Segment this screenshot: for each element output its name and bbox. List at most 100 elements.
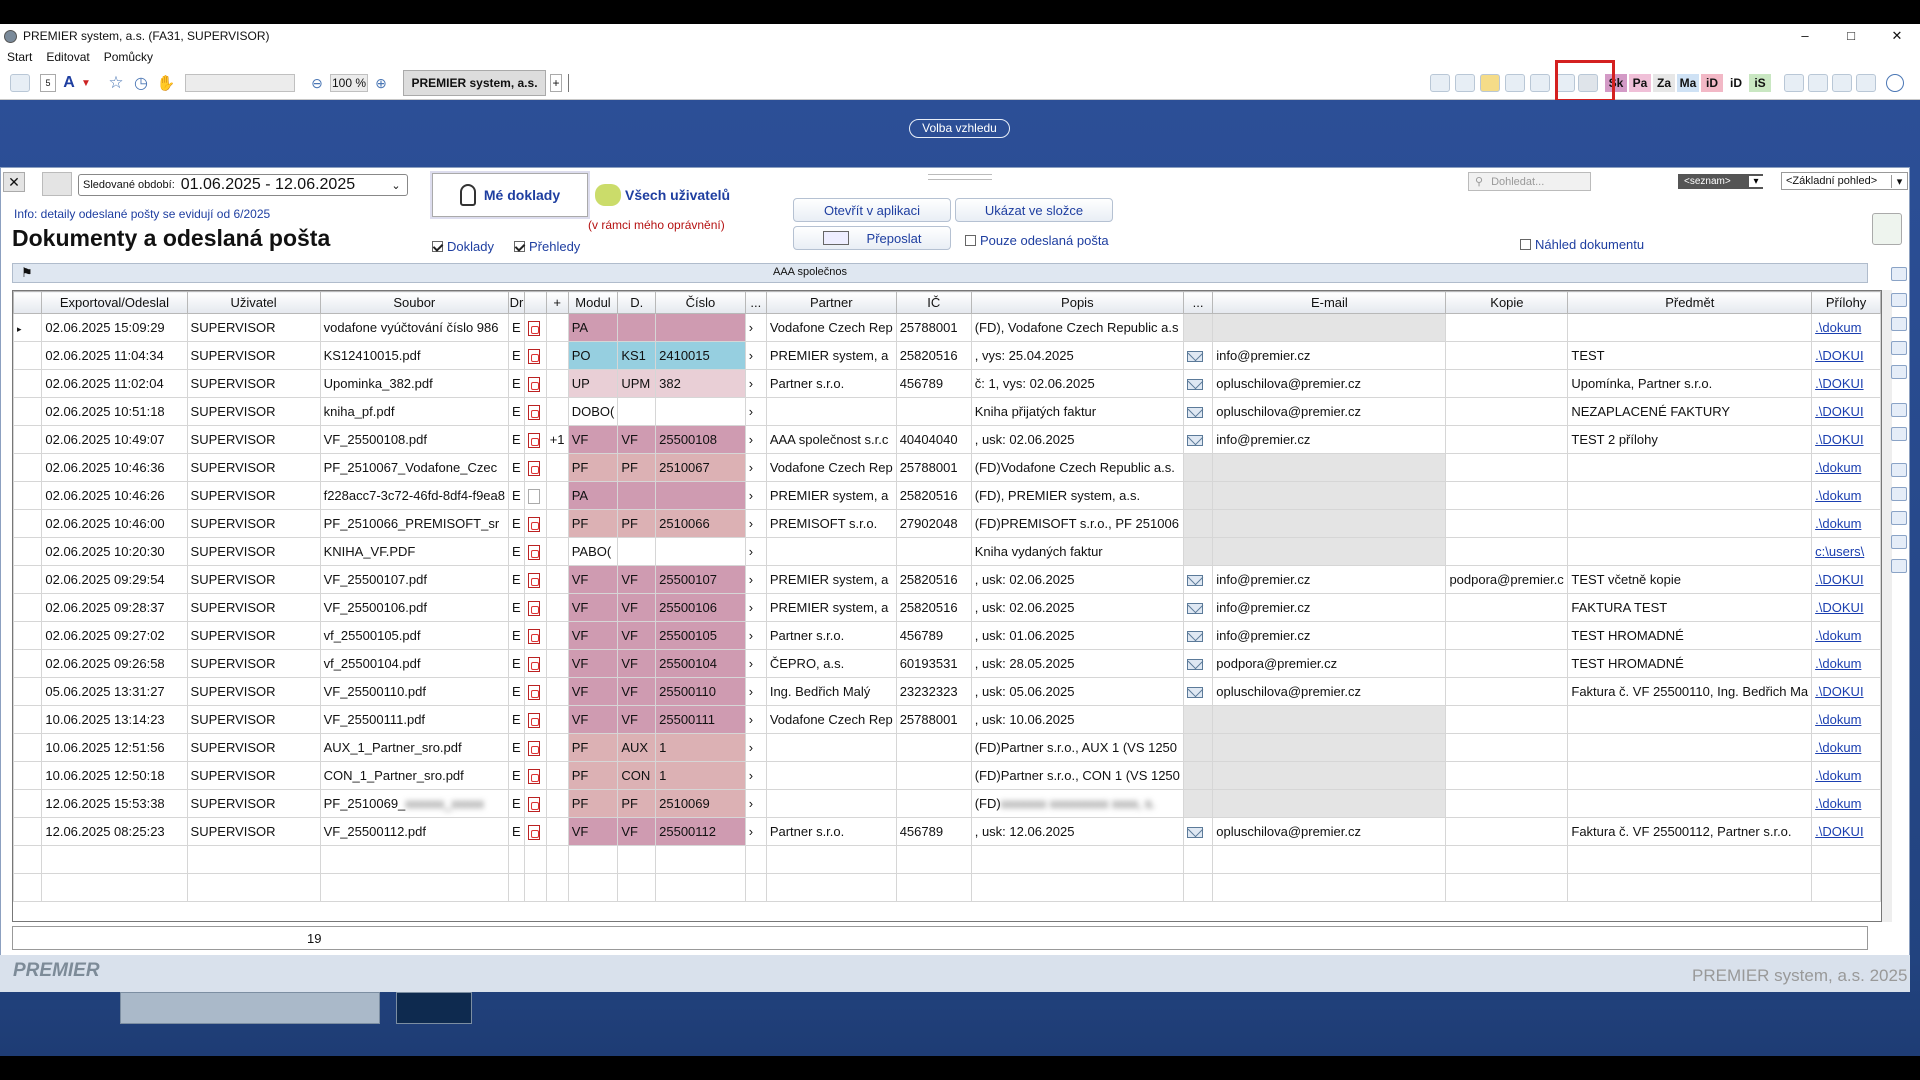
column-filter-bar[interactable]: ⚑ AAA společnos xyxy=(12,263,1868,283)
expand-icon[interactable]: › xyxy=(749,600,753,615)
column-header[interactable]: Dr xyxy=(508,291,525,314)
monitor-icon[interactable] xyxy=(1430,74,1450,92)
attachment-link[interactable]: .\DOKUI xyxy=(1815,572,1863,587)
table-row[interactable]: 02.06.2025 09:27:02 SUPERVISOR vf_25500105… xyxy=(13,621,1881,650)
open-in-app-button[interactable]: Otevřít v aplikaci xyxy=(793,198,951,222)
layout-icon[interactable] xyxy=(1808,74,1828,92)
expand-icon[interactable]: › xyxy=(749,572,753,587)
search-input[interactable]: ⚲ Dohledat... xyxy=(1468,172,1591,191)
chevron-down-icon[interactable]: ⌄ xyxy=(385,179,407,192)
forward-button[interactable]: Přeposlat xyxy=(793,226,951,250)
chip-id2[interactable]: iD xyxy=(1725,74,1747,92)
minimize-button[interactable]: – xyxy=(1782,24,1828,48)
expand-icon[interactable]: › xyxy=(749,376,753,391)
menu-start[interactable]: Start xyxy=(0,48,39,66)
table-row[interactable]: 10.06.2025 12:51:56 SUPERVISOR AUX_1_Partn… xyxy=(13,733,1881,762)
column-header[interactable]: E-mail xyxy=(1212,291,1447,314)
zoom-out-icon[interactable]: ⊖ xyxy=(307,74,327,92)
font-size-field[interactable]: 5 xyxy=(40,74,56,92)
attachment-link[interactable]: .\dokum xyxy=(1815,656,1861,671)
column-header[interactable]: + xyxy=(545,291,569,314)
expand-icon[interactable]: › xyxy=(749,684,753,699)
down-icon[interactable] xyxy=(1891,341,1907,355)
settings-icon[interactable] xyxy=(1891,535,1907,549)
expand-icon[interactable]: › xyxy=(749,768,753,783)
car-icon[interactable] xyxy=(1856,74,1876,92)
table-row[interactable]: 10.06.2025 12:50:18 SUPERVISOR CON_1_Partn… xyxy=(13,761,1881,790)
appearance-button[interactable]: Volba vzhledu xyxy=(909,119,1010,138)
list-select[interactable]: <seznam> ▾ xyxy=(1678,174,1763,189)
chip-id[interactable]: iD xyxy=(1701,74,1723,92)
attachment-link[interactable]: .\dokum xyxy=(1815,768,1861,783)
column-header[interactable]: Soubor xyxy=(319,291,510,314)
column-header[interactable]: Číslo xyxy=(655,291,746,314)
close-button[interactable]: ✕ xyxy=(1874,24,1920,48)
flag-icon[interactable] xyxy=(42,172,72,196)
attachment-link[interactable]: .\DOKUI xyxy=(1815,432,1863,447)
attachment-link[interactable]: .\dokum xyxy=(1815,516,1861,531)
table-row[interactable]: 02.06.2025 09:28:37 SUPERVISOR VF_25500106… xyxy=(13,593,1881,622)
mail-icon[interactable] xyxy=(1505,74,1525,92)
table-row[interactable]: 02.06.2025 11:02:04 SUPERVISOR Upominka_38… xyxy=(13,369,1881,398)
menu-editovat[interactable]: Editovat xyxy=(39,48,96,66)
toolbar-input[interactable] xyxy=(185,74,295,92)
first-icon[interactable] xyxy=(1891,293,1907,307)
column-header[interactable]: ... xyxy=(744,291,767,314)
expand-icon[interactable]: › xyxy=(749,740,753,755)
column-header[interactable]: D. xyxy=(617,291,657,314)
chip-pa[interactable]: Pa xyxy=(1629,74,1651,92)
history-icon[interactable]: ◷ xyxy=(131,74,151,92)
attachment-link[interactable]: .\dokum xyxy=(1815,740,1861,755)
chip-za[interactable]: Za xyxy=(1653,74,1675,92)
expand-icon[interactable]: › xyxy=(749,824,753,839)
layers-icon[interactable] xyxy=(1891,511,1907,525)
expand-icon[interactable]: › xyxy=(749,544,753,559)
expand-icon[interactable]: › xyxy=(749,432,753,447)
grid-icon[interactable] xyxy=(1832,74,1852,92)
checkbox-preview[interactable]: Náhled dokumentu xyxy=(1520,237,1644,252)
globe-icon[interactable] xyxy=(1886,74,1904,92)
expand-icon[interactable]: › xyxy=(749,460,753,475)
attachment-link[interactable]: c:\users\ xyxy=(1815,544,1864,559)
show-in-folder-button[interactable]: Ukázat ve složce xyxy=(955,198,1113,222)
chip-ma[interactable]: Ma xyxy=(1677,74,1699,92)
table-row[interactable]: 02.06.2025 09:29:54 SUPERVISOR VF_25500107… xyxy=(13,565,1881,594)
column-header[interactable]: Uživatel xyxy=(186,291,321,314)
view-select[interactable]: <Základní pohled> ▾ xyxy=(1781,172,1908,190)
column-header[interactable] xyxy=(13,291,43,314)
table-row[interactable]: 02.06.2025 10:51:18 SUPERVISOR kniha_pf.pd… xyxy=(13,397,1881,426)
my-documents-button[interactable]: Mé doklady xyxy=(432,173,588,217)
column-header[interactable]: Kopie xyxy=(1445,291,1569,314)
maximize-button[interactable]: □ xyxy=(1828,24,1874,48)
partner-filter[interactable]: AAA společnos xyxy=(773,266,847,278)
chevron-down-icon[interactable]: ▼ xyxy=(80,74,92,92)
home-icon[interactable] xyxy=(10,74,30,92)
calculator-icon[interactable] xyxy=(1455,74,1475,92)
expand-icon[interactable]: › xyxy=(749,488,753,503)
table-row[interactable]: 02.06.2025 10:49:07 SUPERVISOR VF_25500108… xyxy=(13,425,1881,454)
attachment-link[interactable]: .\dokum xyxy=(1815,712,1861,727)
expand-icon[interactable]: › xyxy=(749,516,753,531)
folder-icon[interactable] xyxy=(1480,74,1500,92)
table-row[interactable]: 02.06.2025 10:46:36 SUPERVISOR PF_2510067_… xyxy=(13,453,1881,482)
add-tab-button[interactable]: + xyxy=(550,74,562,92)
table-row[interactable]: 10.06.2025 13:14:23 SUPERVISOR VF_25500111… xyxy=(13,705,1881,734)
table-row[interactable]: 02.06.2025 10:46:26 SUPERVISOR f228acc7-3c… xyxy=(13,481,1881,510)
checkbox-sent-only[interactable]: Pouze odeslaná pošta xyxy=(965,233,1109,248)
attachment-link[interactable]: .\DOKUI xyxy=(1815,600,1863,615)
column-header[interactable]: Partner xyxy=(765,291,897,314)
all-users-button[interactable]: Všech uživatelů xyxy=(595,176,745,214)
attachment-link[interactable]: .\dokum xyxy=(1815,488,1861,503)
taskbar-thumbnail-logo[interactable] xyxy=(396,992,472,1024)
attachment-link[interactable]: .\DOKUI xyxy=(1815,404,1863,419)
taskbar-thumbnail[interactable] xyxy=(120,992,380,1024)
table-row[interactable]: 05.06.2025 13:31:27 SUPERVISOR VF_25500110… xyxy=(13,677,1881,706)
expand-icon[interactable]: › xyxy=(749,712,753,727)
column-header[interactable]: Popis xyxy=(970,291,1184,314)
font-a-icon[interactable]: A xyxy=(58,74,80,92)
chip-is[interactable]: iS xyxy=(1749,74,1771,92)
attachment-link[interactable]: .\dokum xyxy=(1815,460,1861,475)
star-icon[interactable]: ☆ xyxy=(106,73,126,92)
attachment-link[interactable]: .\dokum xyxy=(1815,320,1861,335)
attachment-link[interactable]: .\DOKUI xyxy=(1815,376,1863,391)
